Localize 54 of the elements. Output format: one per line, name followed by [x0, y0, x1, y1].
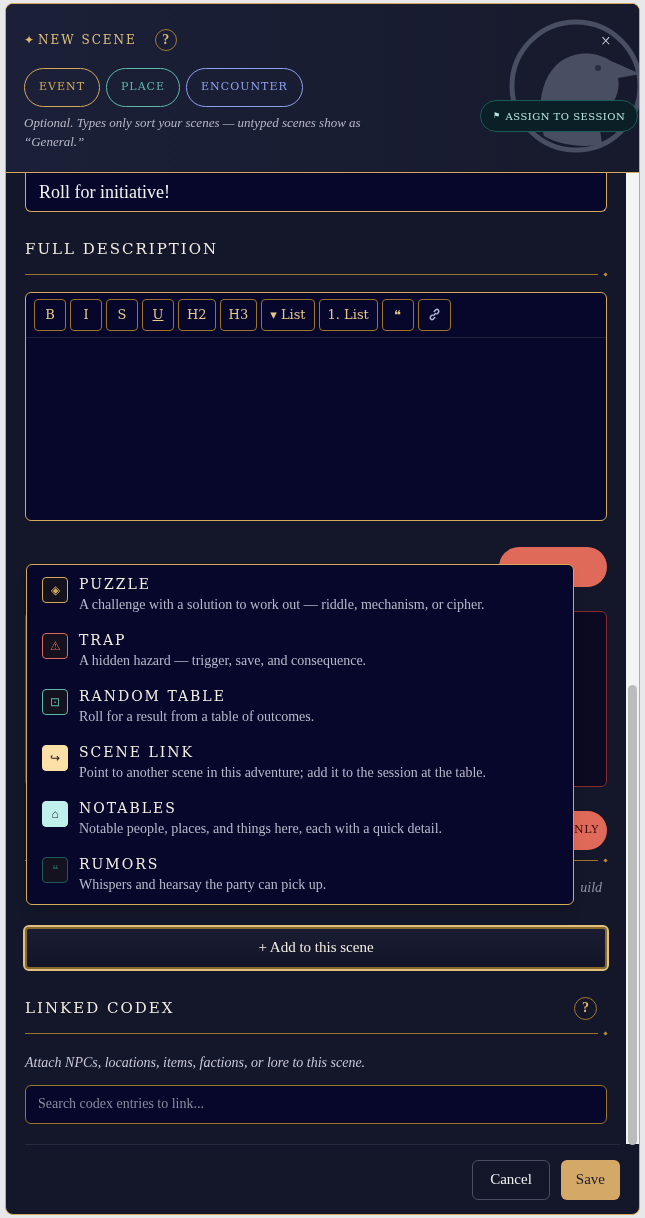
- menu-item[interactable]: ⚠ TRAP A hidden hazard — trigger, save, and consequence.: [27, 630, 573, 670]
- save-button[interactable]: Save: [560, 1159, 620, 1200]
- menu-item-description: A challenge with a solution to work out — riddle, mechanism, or cipher.: [79, 595, 485, 614]
- menu-item-description: A hidden hazard — trigger, save, and consequence.: [79, 651, 367, 670]
- block-type-icon: ↪: [42, 744, 68, 771]
- menu-item-description: Point to another scene in this adventure; add it to the session at the table.: [79, 763, 487, 782]
- section-heading: LINKED CODEX: [25, 997, 175, 1019]
- gm-notes-hint: uild: [580, 878, 603, 897]
- toolbar-button[interactable]: ▾ List: [261, 298, 315, 331]
- menu-item[interactable]: ⌂ NOTABLES Notable people, places, and things here, each with a quick detail.: [27, 798, 573, 838]
- menu-item-description: Whispers and hearsay the party can pick up.: [79, 875, 327, 894]
- menu-item[interactable]: ❝ RUMORS Whispers and hearsay the party can pick up.: [27, 854, 573, 894]
- block-type-icon: ⌂: [42, 800, 68, 827]
- codex-hint: Attach NPCs, locations, items, factions, or lore to this scene.: [25, 1053, 367, 1072]
- scrollbar[interactable]: [626, 173, 639, 1144]
- block-type-icon: ⊡: [42, 688, 68, 715]
- menu-item-description: Roll for a result from a table of outcomes.: [79, 707, 315, 726]
- link-button[interactable]: [417, 298, 451, 331]
- scene-name-field[interactable]: Roll for initiative!: [25, 173, 608, 212]
- add-to-scene-button[interactable]: + Add to this scene: [23, 924, 610, 971]
- menu-item-title: RANDOM TABLE: [79, 686, 227, 705]
- block-type-icon: ◈: [42, 576, 68, 603]
- divider-ornament: [603, 857, 608, 863]
- block-type-icon: ❝: [42, 856, 68, 883]
- toolbar-button[interactable]: H3: [219, 298, 258, 331]
- cancel-button[interactable]: Cancel: [472, 1159, 550, 1200]
- toolbar-button[interactable]: B: [34, 298, 66, 331]
- section-heading: FULL DESCRIPTION: [25, 239, 219, 260]
- menu-item-title: RUMORS: [79, 854, 161, 873]
- toolbar-button[interactable]: S: [106, 298, 138, 331]
- dialog-title: NEW SCENE: [38, 32, 137, 49]
- sparkle-icon: ✦: [24, 31, 34, 49]
- menu-item-title: NOTABLES: [79, 798, 178, 817]
- link-icon: [426, 307, 442, 322]
- menu-item[interactable]: ↪ SCENE LINK Point to another scene in this adventure; add it to the session at the table.: [27, 742, 573, 782]
- types-hint: Optional. Types only sort your scenes — untyped scenes show as “General.”: [24, 114, 362, 151]
- toolbar-button[interactable]: H2: [178, 298, 216, 331]
- menu-item[interactable]: ◈ PUZZLE A challenge with a solution to work out — riddle, mechanism, or cipher.: [27, 574, 573, 614]
- divider-ornament: [603, 1030, 608, 1036]
- toolbar-button[interactable]: ❝: [381, 298, 414, 331]
- menu-item-title: TRAP: [79, 630, 128, 649]
- assign-to-session-button[interactable]: ⚑ ASSIGN TO SESSION: [480, 100, 639, 132]
- description-editor[interactable]: B I S U H2 H3 ▾ List 1. List ❝: [25, 291, 608, 521]
- toolbar-button[interactable]: 1. List: [318, 298, 378, 331]
- menu-item-title: PUZZLE: [79, 574, 152, 593]
- close-button[interactable]: ×: [600, 32, 611, 50]
- toolbar-button[interactable]: I: [70, 298, 102, 331]
- codex-search-field[interactable]: Search codex entries to link...: [25, 1084, 608, 1124]
- toolbar-button[interactable]: U: [142, 298, 174, 331]
- divider-ornament: [603, 271, 608, 277]
- menu-item-title: SCENE LINK: [79, 742, 195, 761]
- menu-item[interactable]: ⊡ RANDOM TABLE Roll for a result from a table of outcomes.: [27, 686, 573, 726]
- block-type-icon: ⚠: [42, 632, 68, 659]
- menu-item-description: Notable people, places, and things here, each with a quick detail.: [79, 819, 443, 838]
